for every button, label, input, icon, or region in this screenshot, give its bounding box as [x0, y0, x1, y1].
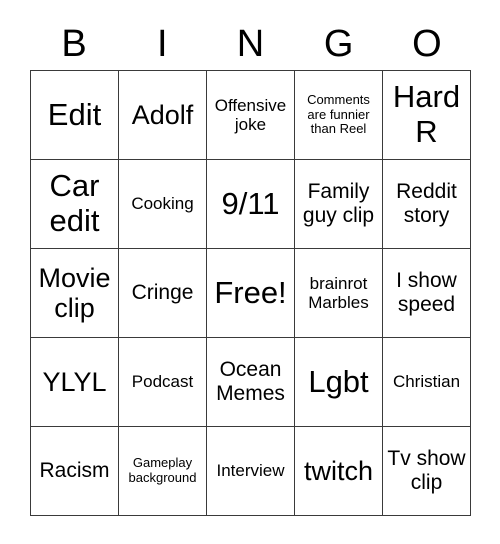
bingo-cell-label: Christian [392, 372, 461, 392]
bingo-cell-label: Family guy clip [302, 180, 375, 227]
bingo-cell-label: Hard R [392, 79, 461, 149]
bingo-cell[interactable]: Podcast [119, 338, 207, 427]
bingo-cell[interactable]: Tv show clip [383, 427, 471, 516]
bingo-cell[interactable]: brainrot Marbles [295, 249, 383, 338]
bingo-cell-label: Lgbt [308, 363, 369, 399]
bingo-cell[interactable]: Cringe [119, 249, 207, 338]
bingo-cell-label: Ocean Memes [216, 358, 285, 405]
bingo-card: B I N G O Edit Adolf Offensive joke Comm… [30, 18, 471, 516]
bingo-cell[interactable]: Cooking [119, 160, 207, 249]
bingo-cell-label: Car edit [49, 168, 100, 238]
bingo-cell-label: Movie clip [38, 262, 111, 323]
bingo-cell[interactable]: Racism [31, 427, 119, 516]
bingo-cell[interactable]: Hard R [383, 71, 471, 160]
bingo-cell[interactable]: Lgbt [295, 338, 383, 427]
bingo-cell-label: Tv show clip [387, 447, 466, 494]
bingo-cell-free[interactable]: Free! [207, 249, 295, 338]
bingo-cell[interactable]: Interview [207, 427, 295, 516]
header-letter-i: I [157, 23, 168, 65]
bingo-cell-label: 9/11 [221, 185, 280, 221]
bingo-cell-label: Gameplay background [128, 455, 197, 485]
bingo-cell[interactable]: Edit [31, 71, 119, 160]
bingo-cell-label: YLYL [42, 366, 107, 397]
bingo-cell-label: Racism [39, 459, 110, 483]
bingo-cell[interactable]: Ocean Memes [207, 338, 295, 427]
bingo-cell[interactable]: Gameplay background [119, 427, 207, 516]
header-letter-o: O [412, 23, 442, 65]
bingo-cell[interactable]: 9/11 [207, 160, 295, 249]
bingo-cell[interactable]: Reddit story [383, 160, 471, 249]
bingo-cell-label: Reddit story [396, 180, 457, 227]
bingo-cell[interactable]: Offensive joke [207, 71, 295, 160]
bingo-cell[interactable]: Family guy clip [295, 160, 383, 249]
bingo-cell-label: Free! [214, 274, 287, 310]
bingo-cell[interactable]: Christian [383, 338, 471, 427]
bingo-cell[interactable]: Comments are funnier than Reel [295, 71, 383, 160]
header-letter-g: G [323, 23, 354, 65]
bingo-cell-label: Comments are funnier than Reel [307, 92, 370, 137]
bingo-cell-label: Edit [47, 96, 102, 132]
bingo-grid: Edit Adolf Offensive joke Comments are f… [30, 70, 471, 516]
bingo-cell[interactable]: Adolf [119, 71, 207, 160]
bingo-cell-label: Adolf [131, 99, 194, 130]
header-letter-n: N [236, 23, 265, 65]
bingo-cell-label: Interview [216, 461, 285, 481]
bingo-cell-label: Podcast [131, 372, 194, 392]
bingo-cell[interactable]: YLYL [31, 338, 119, 427]
bingo-cell[interactable]: I show speed [383, 249, 471, 338]
bingo-cell[interactable]: Car edit [31, 160, 119, 249]
bingo-cell-label: Offensive joke [214, 95, 287, 134]
bingo-cell-label: Cringe [131, 281, 194, 305]
header-letter-b: B [61, 23, 87, 65]
bingo-cell-label: Cooking [131, 194, 194, 214]
bingo-cell[interactable]: twitch [295, 427, 383, 516]
bingo-cell-label: I show speed [396, 269, 457, 316]
bingo-cell-label: twitch [303, 455, 374, 486]
bingo-cell-label: brainrot Marbles [308, 273, 369, 312]
bingo-cell[interactable]: Movie clip [31, 249, 119, 338]
bingo-header-row: B I N G O [30, 18, 471, 70]
